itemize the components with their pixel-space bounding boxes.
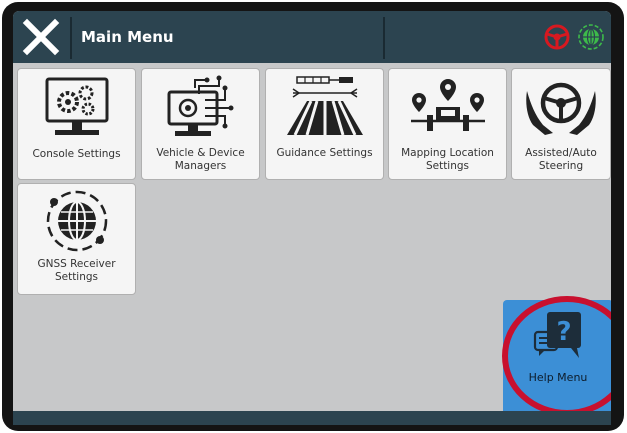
tile-assisted-auto-steering[interactable]: Assisted/Auto Steering	[511, 68, 611, 180]
tile-gnss-receiver-settings[interactable]: GNSS Receiver Settings	[17, 183, 136, 295]
gnss-globe-icon[interactable]	[577, 23, 605, 51]
vehicle-device-icon	[167, 75, 233, 136]
console-settings-icon	[45, 77, 108, 135]
help-menu-button[interactable]: ? Help Menu	[503, 300, 611, 420]
tile-label: GNSS Receiver Settings	[37, 258, 116, 283]
gnss-receiver-icon	[46, 190, 107, 252]
tile-guidance-settings[interactable]: Guidance Settings	[265, 68, 384, 180]
header-divider	[383, 17, 385, 59]
page-title: Main Menu	[81, 28, 174, 46]
close-icon	[22, 18, 60, 56]
tile-console-settings[interactable]: Console Settings	[17, 68, 136, 180]
tile-mapping-location-settings[interactable]: Mapping Location Settings	[388, 68, 507, 180]
svg-text:?: ?	[556, 317, 571, 347]
guidance-icon	[286, 76, 363, 136]
bottom-bar	[13, 411, 611, 425]
top-bar: Main Menu	[13, 11, 611, 63]
mapping-location-icon	[410, 79, 485, 131]
screen: Main Menu Console Settings Vehicle & Dev…	[13, 11, 611, 425]
tile-label: Mapping Location Settings	[401, 147, 494, 172]
close-button[interactable]	[13, 11, 69, 63]
console-frame: Main Menu Console Settings Vehicle & Dev…	[2, 2, 624, 431]
steering-icon	[526, 82, 596, 135]
tile-label: Guidance Settings	[276, 147, 373, 159]
help-menu-label: Help Menu	[528, 371, 588, 384]
help-chat-icon: ?	[533, 312, 581, 358]
tile-vehicle-device-managers[interactable]: Vehicle & Device Managers	[141, 68, 260, 180]
tile-label: Assisted/Auto Steering	[525, 147, 597, 172]
steering-wheel-icon[interactable]	[543, 23, 571, 51]
header-divider	[70, 17, 72, 59]
status-icons	[543, 23, 605, 51]
tile-label: Vehicle & Device Managers	[156, 147, 245, 172]
tile-label: Console Settings	[32, 148, 121, 160]
